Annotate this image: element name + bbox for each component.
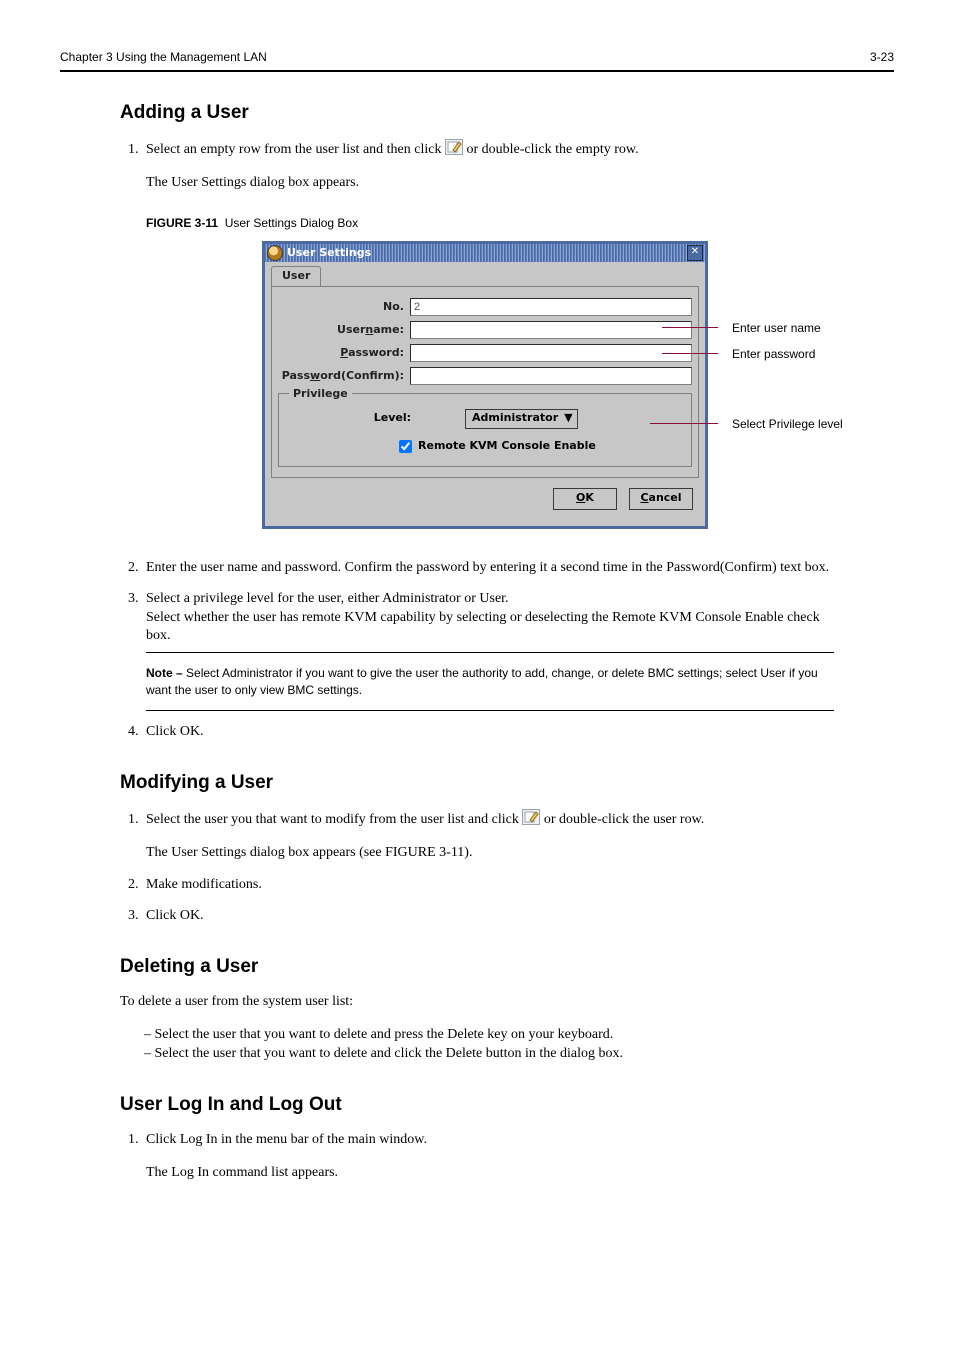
dialog-titlebar: User Settings ✕ (265, 244, 705, 262)
mod-step-3: Click OK. (142, 907, 834, 926)
password-confirm-label: Password(Confirm): (278, 369, 410, 384)
field-password: Password: (278, 344, 692, 362)
page-number: 3-23 (870, 50, 894, 64)
chevron-down-icon: ▼ (564, 411, 572, 426)
user-settings-dialog: User Settings ✕ User No. (262, 241, 708, 529)
login-step-1: Click Log In in the menu bar of the main… (142, 1131, 834, 1183)
username-input[interactable] (410, 321, 692, 339)
level-value: Administrator (472, 411, 558, 426)
username-label: Username: (278, 323, 410, 338)
note-divider-bottom (146, 710, 834, 711)
privilege-legend: Privilege (289, 387, 352, 402)
field-password-confirm: Password(Confirm): (278, 367, 692, 385)
remote-kvm-label: Remote KVM Console Enable (418, 439, 596, 454)
steps-add-user: Select an empty row from the user list a… (120, 139, 834, 742)
field-username: Username: (278, 321, 692, 339)
password-input[interactable] (410, 344, 692, 362)
step-3: Select a privilege level for the user, e… (142, 590, 834, 711)
page-header: Chapter 3 Using the Management LAN 3-23 (60, 50, 894, 72)
no-label: No. (278, 300, 410, 315)
remote-kvm-checkbox[interactable] (399, 440, 412, 453)
chapter-label: Chapter 3 Using the Management LAN (60, 50, 267, 64)
password-confirm-input[interactable] (410, 367, 692, 385)
dialog-icon (267, 245, 283, 261)
edit-icon (445, 139, 463, 155)
tab-user[interactable]: User (271, 266, 321, 286)
callout-password: Enter password (732, 346, 815, 362)
level-select[interactable]: Administrator ▼ (465, 409, 578, 429)
remote-kvm-row: Remote KVM Console Enable (285, 437, 685, 456)
callout-line-level (650, 423, 718, 424)
delete-bullet-1: Select the user that you want to delete … (144, 1026, 834, 1045)
deleting-bullets: Select the user that you want to delete … (120, 1026, 834, 1064)
dialog-title-text: User Settings (287, 246, 687, 261)
level-label: Level: (285, 411, 417, 426)
figure-caption: FIGURE 3-11 User Settings Dialog Box (146, 215, 834, 231)
content: Adding a User Select an empty row from t… (60, 102, 894, 1183)
dialog-body: User No. Username: (265, 262, 705, 526)
privilege-group: Privilege Level: Administrator ▼ (278, 393, 692, 467)
figure-user-settings: User Settings ✕ User No. (262, 241, 718, 529)
delete-bullet-2: Select the user that you want to delete … (144, 1045, 834, 1064)
step-1-text-c: The User Settings dialog box appears. (146, 174, 834, 193)
step-1-text-a: Select an empty row from the user list a… (146, 142, 441, 157)
step-1-text-b: or double-click the empty row. (466, 142, 638, 157)
step-3b: Select whether the user has remote KVM c… (146, 610, 820, 644)
field-no: No. (278, 298, 692, 316)
mod-step-1-after: The User Settings dialog box appears (se… (146, 844, 834, 863)
dialog-buttons: OK Cancel (271, 478, 699, 518)
callout-line-username (662, 327, 718, 328)
callout-line-password (662, 353, 718, 354)
section-title-modifying-user: Modifying a User (120, 772, 834, 794)
password-label: Password: (278, 346, 410, 361)
cancel-button[interactable]: Cancel (629, 488, 693, 510)
section-title-adding-user: Adding a User (120, 102, 834, 124)
callout-level: Select Privilege level (732, 416, 843, 432)
ok-button[interactable]: OK (553, 488, 617, 510)
note-divider-top (146, 652, 834, 653)
steps-login: Click Log In in the menu bar of the main… (120, 1131, 834, 1183)
step-2: Enter the user name and password. Confir… (142, 559, 834, 578)
tab-panel: No. Username: Password: (271, 286, 699, 478)
edit-icon (522, 809, 540, 825)
callout-username: Enter user name (732, 320, 821, 336)
level-row: Level: Administrator ▼ (285, 409, 685, 429)
login-step-1-after: The Log In command list appears. (146, 1164, 834, 1183)
section-title-login-logout: User Log In and Log Out (120, 1094, 834, 1116)
close-icon[interactable]: ✕ (687, 245, 703, 261)
no-value (410, 298, 692, 316)
tab-bar: User (271, 266, 699, 286)
section-title-deleting-user: Deleting a User (120, 956, 834, 978)
step-3a: Select a privilege level for the user, e… (146, 591, 509, 606)
mod-step-1: Select the user you that want to modify … (142, 809, 834, 863)
step-4: Click OK. (142, 723, 834, 742)
step-1: Select an empty row from the user list a… (142, 139, 834, 529)
page: Chapter 3 Using the Management LAN 3-23 … (0, 0, 954, 1183)
mod-step-2: Make modifications. (142, 876, 834, 895)
steps-modify-user: Select the user you that want to modify … (120, 809, 834, 927)
deleting-lead: To delete a user from the system user li… (120, 993, 834, 1012)
note: Note – Select Administrator if you want … (146, 665, 834, 697)
